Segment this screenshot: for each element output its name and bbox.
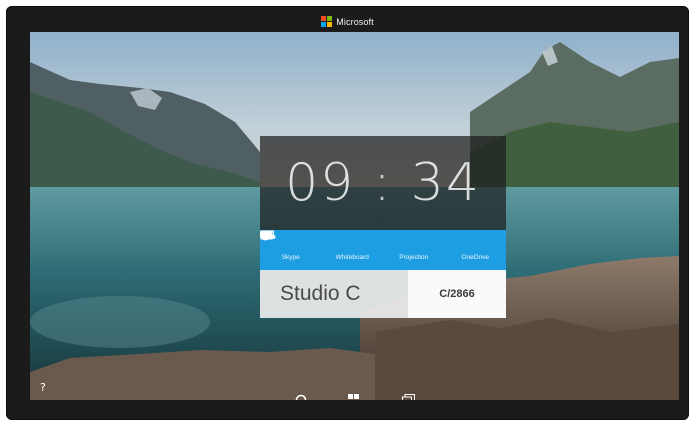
clock-minutes: 34: [410, 153, 481, 213]
room-name: Studio C: [260, 270, 408, 318]
projection-label: Projection: [399, 254, 429, 261]
windows-start-icon: [348, 394, 359, 399]
clock-hours: 09: [285, 153, 356, 213]
brand-header: Microsoft: [6, 16, 689, 27]
onedrive-app-button[interactable]: OneDrive: [260, 230, 507, 270]
taskbar: ?: [30, 370, 679, 400]
app-launcher-bar: S Skype Whiteboard Projection: [260, 230, 506, 270]
clock-display: 09 : 34: [260, 136, 506, 230]
welcome-widget: 09 : 34 S Skype Whiteboard: [260, 136, 506, 318]
whiteboard-app-button[interactable]: Whiteboard: [260, 230, 384, 270]
whiteboard-icon: [260, 230, 359, 251]
skype-label: Skype: [281, 254, 300, 261]
surface-hub-device: Microsoft 09: 34 Skype Whiteboard Proje…: [6, 6, 689, 420]
help-icon: ?: [40, 381, 46, 394]
cortana-icon: [295, 394, 307, 400]
onedrive-icon: [260, 231, 482, 251]
onedrive-label: OneDrive: [461, 254, 489, 261]
projection-app-button[interactable]: Projection: [260, 230, 445, 270]
skype-icon: S: [260, 230, 298, 251]
room-code: C/2866: [408, 270, 506, 318]
room-info: Studio C C/2866: [260, 270, 506, 318]
brand-name: Microsoft: [336, 16, 374, 27]
whiteboard-label: Whiteboard: [335, 254, 369, 261]
microsoft-logo-icon: [321, 16, 333, 27]
task-view-icon: [402, 394, 415, 400]
help-button[interactable]: ?: [40, 381, 46, 394]
welcome-screen: 09 : 34 S Skype Whiteboard: [30, 32, 679, 400]
clock-separator: :: [373, 153, 393, 213]
projection-icon: [260, 230, 421, 251]
